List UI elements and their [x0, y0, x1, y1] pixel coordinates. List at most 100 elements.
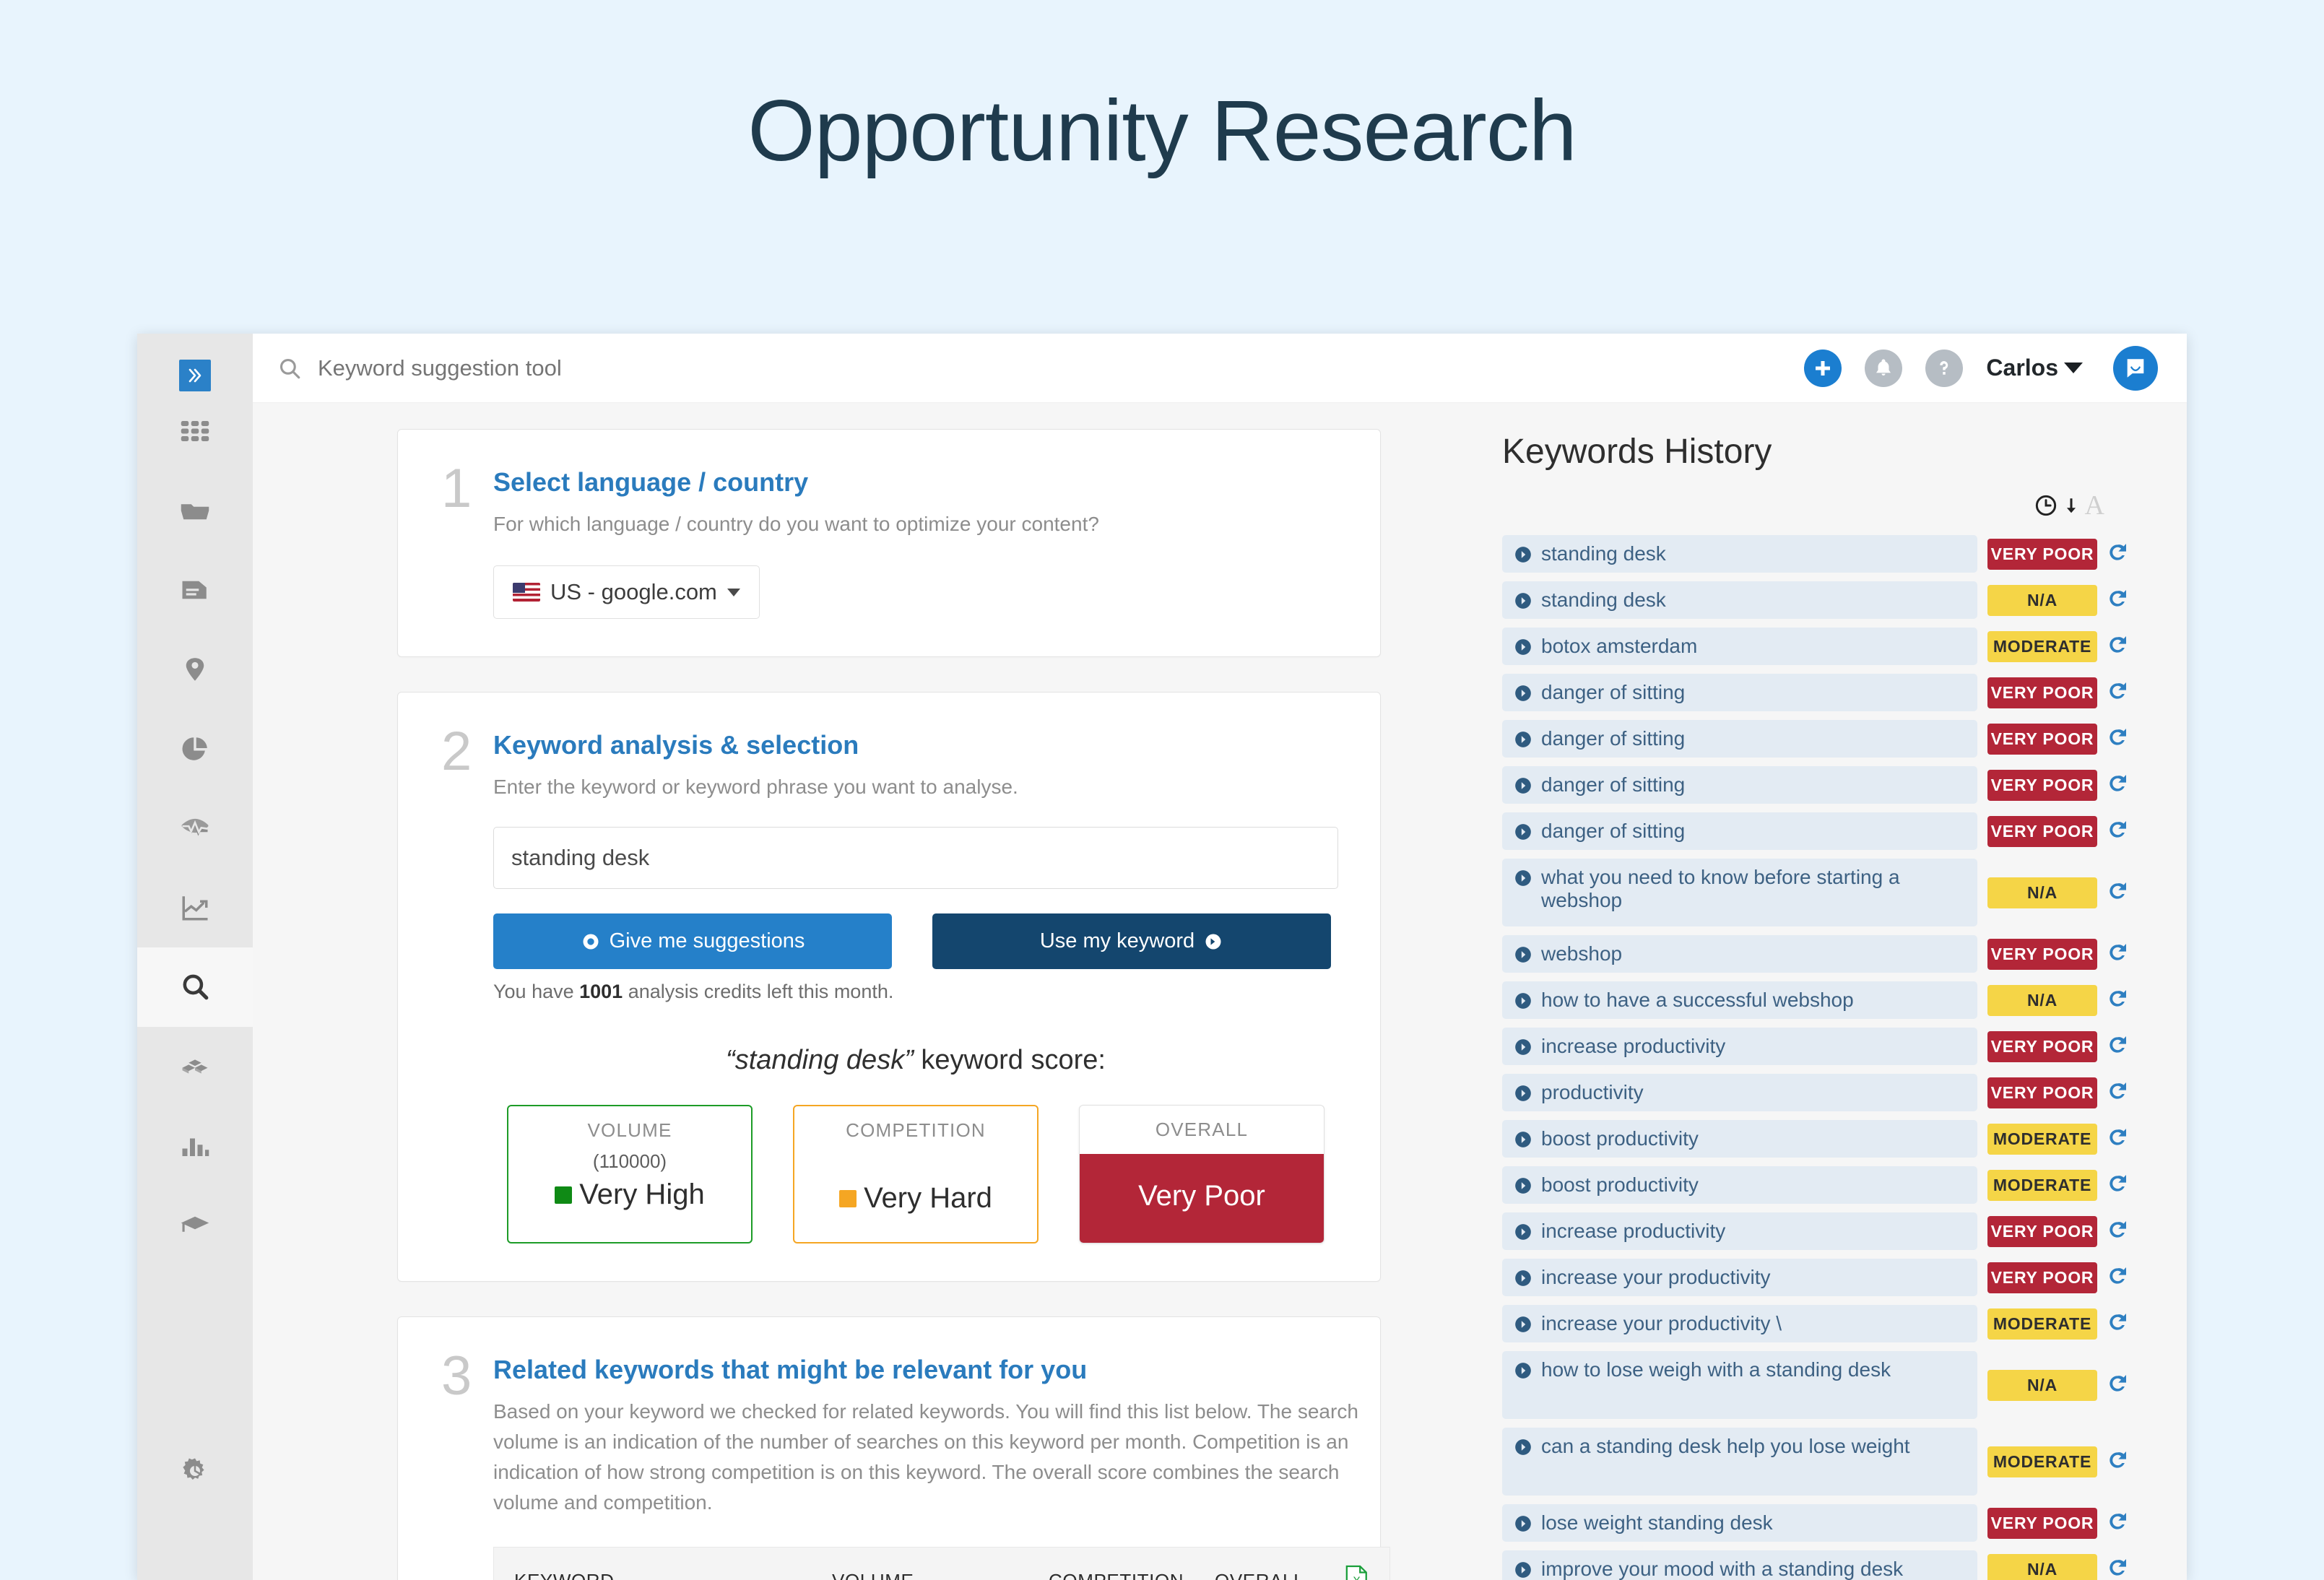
- country-select[interactable]: US - google.com: [493, 565, 760, 619]
- history-keyword-item[interactable]: danger of sitting: [1502, 720, 1977, 758]
- sidebar-item-settings[interactable]: [137, 1431, 253, 1511]
- arrow-right-circle-icon: [1515, 824, 1531, 840]
- pie-chart-icon: [182, 737, 207, 760]
- history-rerun-button[interactable]: [2106, 1372, 2136, 1399]
- history-rerun-button[interactable]: [2106, 987, 2136, 1014]
- col-volume[interactable]: VOLUME: [832, 1570, 1049, 1580]
- clock-icon[interactable]: [2034, 494, 2058, 517]
- history-keyword-item[interactable]: standing desk: [1502, 535, 1977, 573]
- history-keyword-item[interactable]: webshop: [1502, 935, 1977, 973]
- history-keyword-item[interactable]: danger of sitting: [1502, 766, 1977, 804]
- give-suggestions-button[interactable]: Give me suggestions: [493, 913, 892, 969]
- history-rerun-button[interactable]: [2106, 1126, 2136, 1153]
- history-rerun-button[interactable]: [2106, 941, 2136, 968]
- history-score-badge: N/A: [1987, 584, 2097, 616]
- user-menu[interactable]: Carlos: [1986, 355, 2083, 381]
- history-score-badge: N/A: [1987, 984, 2097, 1016]
- col-overall[interactable]: OVERALL: [1215, 1570, 1345, 1580]
- history-keyword-item[interactable]: danger of sitting: [1502, 812, 1977, 850]
- history-keyword-item[interactable]: lose weight standing desk: [1502, 1504, 1977, 1542]
- history-keyword-item[interactable]: can a standing desk help you lose weight: [1502, 1428, 1977, 1496]
- history-rerun-button[interactable]: [2106, 818, 2136, 845]
- history-rerun-button[interactable]: [2106, 633, 2136, 660]
- history-keyword-item[interactable]: botox amsterdam: [1502, 628, 1977, 665]
- messages-button[interactable]: [2113, 345, 2158, 391]
- step-3-number: 3: [441, 1345, 472, 1407]
- history-redo-icon: [2110, 1313, 2126, 1330]
- history-rerun-button[interactable]: [2106, 1556, 2136, 1580]
- history-row: productivity VERY POOR: [1502, 1074, 2136, 1111]
- history-keyword-item[interactable]: increase productivity: [1502, 1028, 1977, 1065]
- global-search[interactable]: [277, 355, 1804, 381]
- sidebar-item-projects[interactable]: [137, 471, 253, 550]
- score-heading-suffix: keyword score:: [913, 1045, 1106, 1075]
- history-keyword-item[interactable]: increase your productivity: [1502, 1259, 1977, 1296]
- col-keyword[interactable]: KEYWORD: [514, 1570, 832, 1580]
- chevron-down-icon[interactable]: [2064, 363, 2083, 373]
- sidebar-item-rankings[interactable]: [137, 868, 253, 947]
- keyword-input[interactable]: [493, 827, 1338, 889]
- sidebar-item-research[interactable]: [137, 947, 253, 1027]
- search-icon: [279, 358, 300, 378]
- history-rerun-button[interactable]: [2106, 680, 2136, 706]
- history-row: boost productivity MODERATE: [1502, 1166, 2136, 1204]
- arrow-right-circle-icon: [1515, 732, 1531, 747]
- history-rerun-button[interactable]: [2106, 541, 2136, 568]
- sort-alpha-button[interactable]: A: [2085, 492, 2104, 519]
- history-rerun-button[interactable]: [2106, 1080, 2136, 1106]
- history-rerun-button[interactable]: [2106, 1311, 2136, 1337]
- history-redo-icon: [2110, 989, 2126, 1007]
- col-competition[interactable]: COMPETITION: [1049, 1570, 1215, 1580]
- gear-icon: [183, 1458, 204, 1480]
- sidebar-item-health[interactable]: [137, 789, 253, 868]
- history-keyword-item[interactable]: increase your productivity \: [1502, 1305, 1977, 1342]
- document-icon: [182, 581, 207, 599]
- sidebar-item-tools[interactable]: [137, 1027, 253, 1106]
- sidebar-item-dashboard[interactable]: [137, 391, 253, 471]
- history-rerun-button[interactable]: [2106, 1449, 2136, 1475]
- keyword-action-buttons: Give me suggestions Use my keyword: [493, 913, 1338, 969]
- sidebar-item-local[interactable]: [137, 630, 253, 709]
- history-rerun-button[interactable]: [2106, 772, 2136, 799]
- add-button[interactable]: [1804, 349, 1842, 387]
- history-keyword-item[interactable]: productivity: [1502, 1074, 1977, 1111]
- history-row: danger of sitting VERY POOR: [1502, 812, 2136, 850]
- history-rerun-button[interactable]: [2106, 1510, 2136, 1537]
- help-button[interactable]: [1925, 349, 1964, 387]
- sidebar-item-reports[interactable]: [137, 709, 253, 789]
- sidebar-item-academy[interactable]: [137, 1186, 253, 1265]
- history-redo-icon: [2110, 728, 2126, 745]
- history-keyword-item[interactable]: how to lose weigh with a standing desk: [1502, 1351, 1977, 1419]
- history-score-badge: VERY POOR: [1987, 769, 2097, 801]
- history-rerun-button[interactable]: [2106, 1218, 2136, 1245]
- history-keyword-item[interactable]: standing desk: [1502, 581, 1977, 619]
- arrow-right-circle-icon: [1515, 778, 1531, 794]
- history-rerun-button[interactable]: [2106, 726, 2136, 752]
- history-rerun-button[interactable]: [2106, 880, 2136, 906]
- use-my-keyword-button[interactable]: Use my keyword: [932, 913, 1331, 969]
- arrow-right-circle-icon: [1515, 870, 1531, 886]
- history-keyword-item[interactable]: boost productivity: [1502, 1166, 1977, 1204]
- boxes-icon: [182, 1059, 208, 1074]
- notifications-button[interactable]: [1865, 349, 1903, 387]
- history-rerun-button[interactable]: [2106, 1264, 2136, 1291]
- history-keyword-item[interactable]: danger of sitting: [1502, 674, 1977, 711]
- sidebar-toggle-button[interactable]: [179, 360, 211, 391]
- history-rerun-button[interactable]: [2106, 587, 2136, 614]
- history-keyword-item[interactable]: boost productivity: [1502, 1120, 1977, 1158]
- history-keyword-item[interactable]: what you need to know before starting a …: [1502, 859, 1977, 926]
- sidebar-item-analytics[interactable]: [137, 1106, 253, 1186]
- history-score-badge: MODERATE: [1987, 630, 2097, 662]
- history-rerun-button[interactable]: [2106, 1172, 2136, 1199]
- history-keyword-item[interactable]: how to have a successful webshop: [1502, 981, 1977, 1019]
- history-score-badge: VERY POOR: [1987, 677, 2097, 708]
- sidebar-item-content[interactable]: [137, 550, 253, 630]
- history-rerun-button[interactable]: [2106, 1033, 2136, 1060]
- history-keyword-item[interactable]: increase productivity: [1502, 1212, 1977, 1250]
- excel-export-button[interactable]: X: [1345, 1565, 1369, 1580]
- search-input[interactable]: [318, 355, 751, 381]
- history-keyword-item[interactable]: improve your mood with a standing desk: [1502, 1550, 1977, 1580]
- arrow-down-icon[interactable]: [2062, 495, 2081, 516]
- credits-suffix: analysis credits left this month.: [623, 981, 894, 1002]
- score-cards: VOLUME (110000) Very High COMPETITION Ve…: [493, 1105, 1338, 1243]
